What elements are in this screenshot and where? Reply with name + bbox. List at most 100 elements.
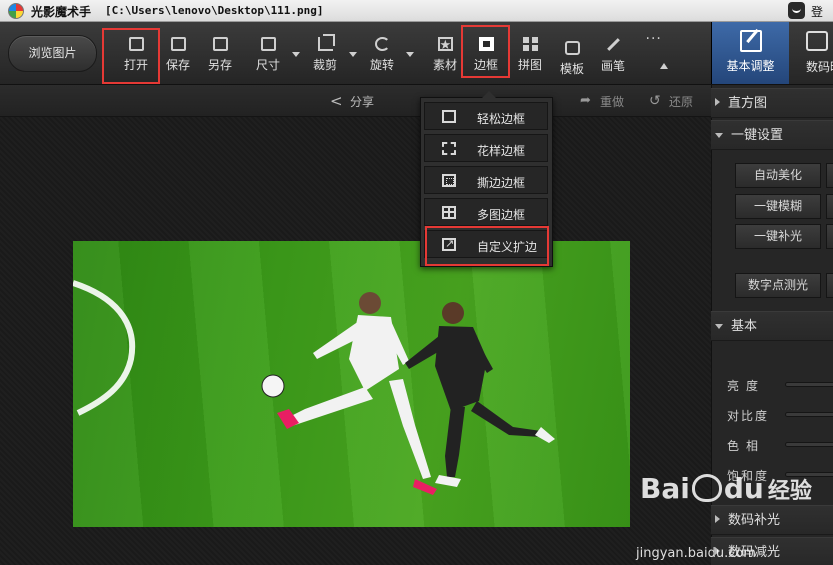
digital-spot-metering-button[interactable]: 数字点测光 <box>735 273 821 298</box>
pattern-frame-icon <box>442 142 456 155</box>
resize-button-label: 尺寸 <box>255 58 280 72</box>
crop-button-label: 裁剪 <box>312 58 337 72</box>
frame-button-highlight <box>461 25 510 78</box>
save-as-button-label: 另存 <box>207 58 232 72</box>
crop-dropdown-caret[interactable] <box>349 52 357 57</box>
share-button[interactable]: 分享 <box>330 92 375 110</box>
expand-arrow-icon <box>715 98 720 106</box>
baidu-watermark: Bai du 经验 <box>640 472 812 505</box>
more-expand-caret[interactable] <box>660 63 668 69</box>
menu-item-easy-frame[interactable]: 轻松边框 <box>424 102 548 130</box>
template-button[interactable]: 模板 <box>553 35 591 77</box>
collapse-arrow-icon <box>715 324 723 329</box>
material-icon: ★ <box>437 37 453 53</box>
menu-item-pattern-frame[interactable]: 花样边框 <box>424 134 548 162</box>
redo-icon <box>580 93 594 108</box>
contrast-slider[interactable] <box>785 412 833 417</box>
resize-icon <box>260 37 276 51</box>
resize-button[interactable]: 尺寸 <box>249 35 287 77</box>
app-name: 光影魔术手 <box>31 5 92 19</box>
open-button-highlight <box>102 28 160 84</box>
one-click-blur-button[interactable]: 一键模糊 <box>735 194 821 219</box>
auto-beautify-button[interactable]: 自动美化 <box>735 163 821 188</box>
section-basic[interactable]: 基本 <box>711 311 833 341</box>
redo-label: 重做 <box>600 95 625 109</box>
one-click-fill-light-button[interactable]: 一键补光 <box>735 224 821 249</box>
collage-button-label: 拼图 <box>517 58 542 72</box>
section-fill-light-title: 数码补光 <box>728 513 781 528</box>
watermark-brand-cn: 经验 <box>767 479 812 504</box>
tab-basic-adjust[interactable]: 基本调整 <box>711 22 789 84</box>
redo-button[interactable]: 重做 <box>580 93 624 110</box>
brightness-label: 亮度 <box>727 379 766 393</box>
brightness-slider[interactable] <box>785 382 833 387</box>
template-button-label: 模板 <box>559 62 584 76</box>
browse-images-button[interactable]: 浏览图片 <box>8 35 97 72</box>
share-icon <box>330 92 344 110</box>
save-icon <box>170 37 186 51</box>
expand-arrow-icon <box>715 515 720 523</box>
crop-button[interactable]: 裁剪 <box>306 34 344 77</box>
torn-frame-icon <box>442 174 456 187</box>
rotate-icon <box>374 37 390 51</box>
brush-icon <box>606 38 620 51</box>
rotate-button[interactable]: 旋转 <box>363 35 401 77</box>
menu-item-torn-frame[interactable]: 撕边边框 <box>424 166 548 194</box>
tab-digital-darkroom[interactable]: 数码暗房 <box>790 22 833 84</box>
tab-basic-adjust-label: 基本调整 <box>726 59 775 73</box>
menu-item-label: 轻松边框 <box>477 112 526 126</box>
material-button[interactable]: ★ 素材 <box>426 35 464 77</box>
save-button[interactable]: 保存 <box>159 35 197 77</box>
custom-extend-highlight <box>425 226 549 266</box>
brush-button[interactable]: 画笔 <box>594 35 632 77</box>
undo-label: 还原 <box>669 95 694 109</box>
watermark-url: jingyan.baidu.com <box>636 546 756 561</box>
easy-frame-icon <box>442 110 456 123</box>
hue-label: 色相 <box>727 439 766 453</box>
section-one-click-title: 一键设置 <box>731 128 784 143</box>
resize-dropdown-caret[interactable] <box>292 52 300 57</box>
undo-icon <box>649 93 663 109</box>
menu-item-multi-frame[interactable]: 多图边框 <box>424 198 548 226</box>
rotate-button-label: 旋转 <box>369 58 394 72</box>
multi-frame-icon <box>442 206 456 219</box>
contrast-label: 对比度 <box>727 409 770 423</box>
panel-button-stub[interactable] <box>826 224 833 249</box>
menu-item-label: 撕边边框 <box>477 176 526 190</box>
paw-icon <box>691 474 722 502</box>
crop-icon <box>317 34 335 51</box>
hue-slider[interactable] <box>785 442 833 447</box>
file-path: [C:\Users\lenovo\Desktop\111.png] <box>105 4 324 17</box>
save-as-button[interactable]: 另存 <box>201 35 239 77</box>
more-dots-icon: ··· <box>645 31 662 47</box>
collage-icon <box>522 37 538 51</box>
menu-item-label: 花样边框 <box>477 144 526 158</box>
title-bar: 光影魔术手 [C:\Users\lenovo\Desktop\111.png] … <box>0 0 833 36</box>
panel-button-stub[interactable] <box>826 194 833 219</box>
watermark-brand-2: du <box>723 472 764 505</box>
undo-button[interactable]: 还原 <box>649 93 693 110</box>
save-button-label: 保存 <box>165 58 190 72</box>
section-fill-light[interactable]: 数码补光 <box>711 505 833 535</box>
watermark-brand: Bai <box>640 472 690 505</box>
tab-digital-darkroom-label: 数码暗房 <box>806 60 833 74</box>
panel-button-stub[interactable] <box>826 163 833 188</box>
section-histogram[interactable]: 直方图 <box>711 88 833 118</box>
brush-button-label: 画笔 <box>600 59 625 73</box>
app-logo-icon <box>8 3 24 19</box>
soccer-scene-illustration <box>73 280 555 495</box>
rotate-dropdown-caret[interactable] <box>406 52 414 57</box>
section-one-click[interactable]: 一键设置 <box>711 120 833 150</box>
template-icon <box>564 41 580 55</box>
save-as-icon <box>212 37 228 51</box>
collapse-arrow-icon <box>715 133 723 138</box>
panel-button-stub[interactable] <box>826 273 833 298</box>
edit-icon <box>739 30 762 52</box>
share-label: 分享 <box>350 95 375 109</box>
material-button-label: 素材 <box>432 58 457 72</box>
user-avatar-icon[interactable] <box>788 2 805 19</box>
menu-item-label: 多图边框 <box>477 208 526 222</box>
section-histogram-title: 直方图 <box>728 96 768 111</box>
section-basic-title: 基本 <box>731 319 758 334</box>
collage-button[interactable]: 拼图 <box>511 35 549 77</box>
